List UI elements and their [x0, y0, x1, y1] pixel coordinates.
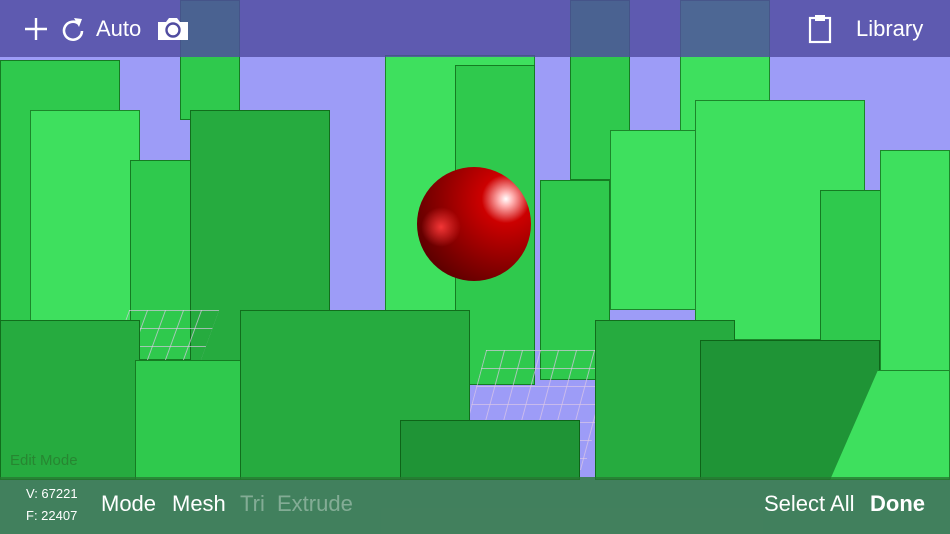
red-sphere[interactable] [417, 167, 531, 281]
select-all-button[interactable]: Select All [764, 491, 855, 517]
plus-icon [25, 17, 47, 40]
tri-button[interactable]: Tri [240, 491, 265, 517]
face-count: F: 22407 [26, 508, 78, 523]
clipboard-icon [808, 14, 832, 43]
library-button[interactable]: Library [856, 0, 923, 57]
bottom-toolbar: V: 67221 F: 22407 Mode Mesh Tri Extrude … [0, 477, 950, 534]
mode-button[interactable]: Mode [101, 491, 156, 517]
camera-button[interactable] [156, 0, 190, 57]
rotate-button[interactable] [60, 0, 86, 57]
building [400, 420, 580, 480]
3d-viewport[interactable] [0, 0, 950, 534]
edit-mode-label: Edit Mode [10, 452, 78, 469]
building [880, 150, 950, 380]
auto-button[interactable]: Auto [96, 0, 141, 57]
rotate-icon [62, 17, 84, 41]
done-button[interactable]: Done [870, 491, 925, 517]
extrude-button[interactable]: Extrude [277, 491, 353, 517]
mesh-button[interactable]: Mesh [172, 491, 226, 517]
building [610, 130, 700, 310]
clipboard-button[interactable] [808, 0, 832, 57]
top-toolbar: Auto Library [0, 0, 950, 57]
vertex-count: V: 67221 [26, 486, 78, 501]
camera-icon [158, 17, 188, 40]
add-button[interactable] [24, 0, 48, 57]
